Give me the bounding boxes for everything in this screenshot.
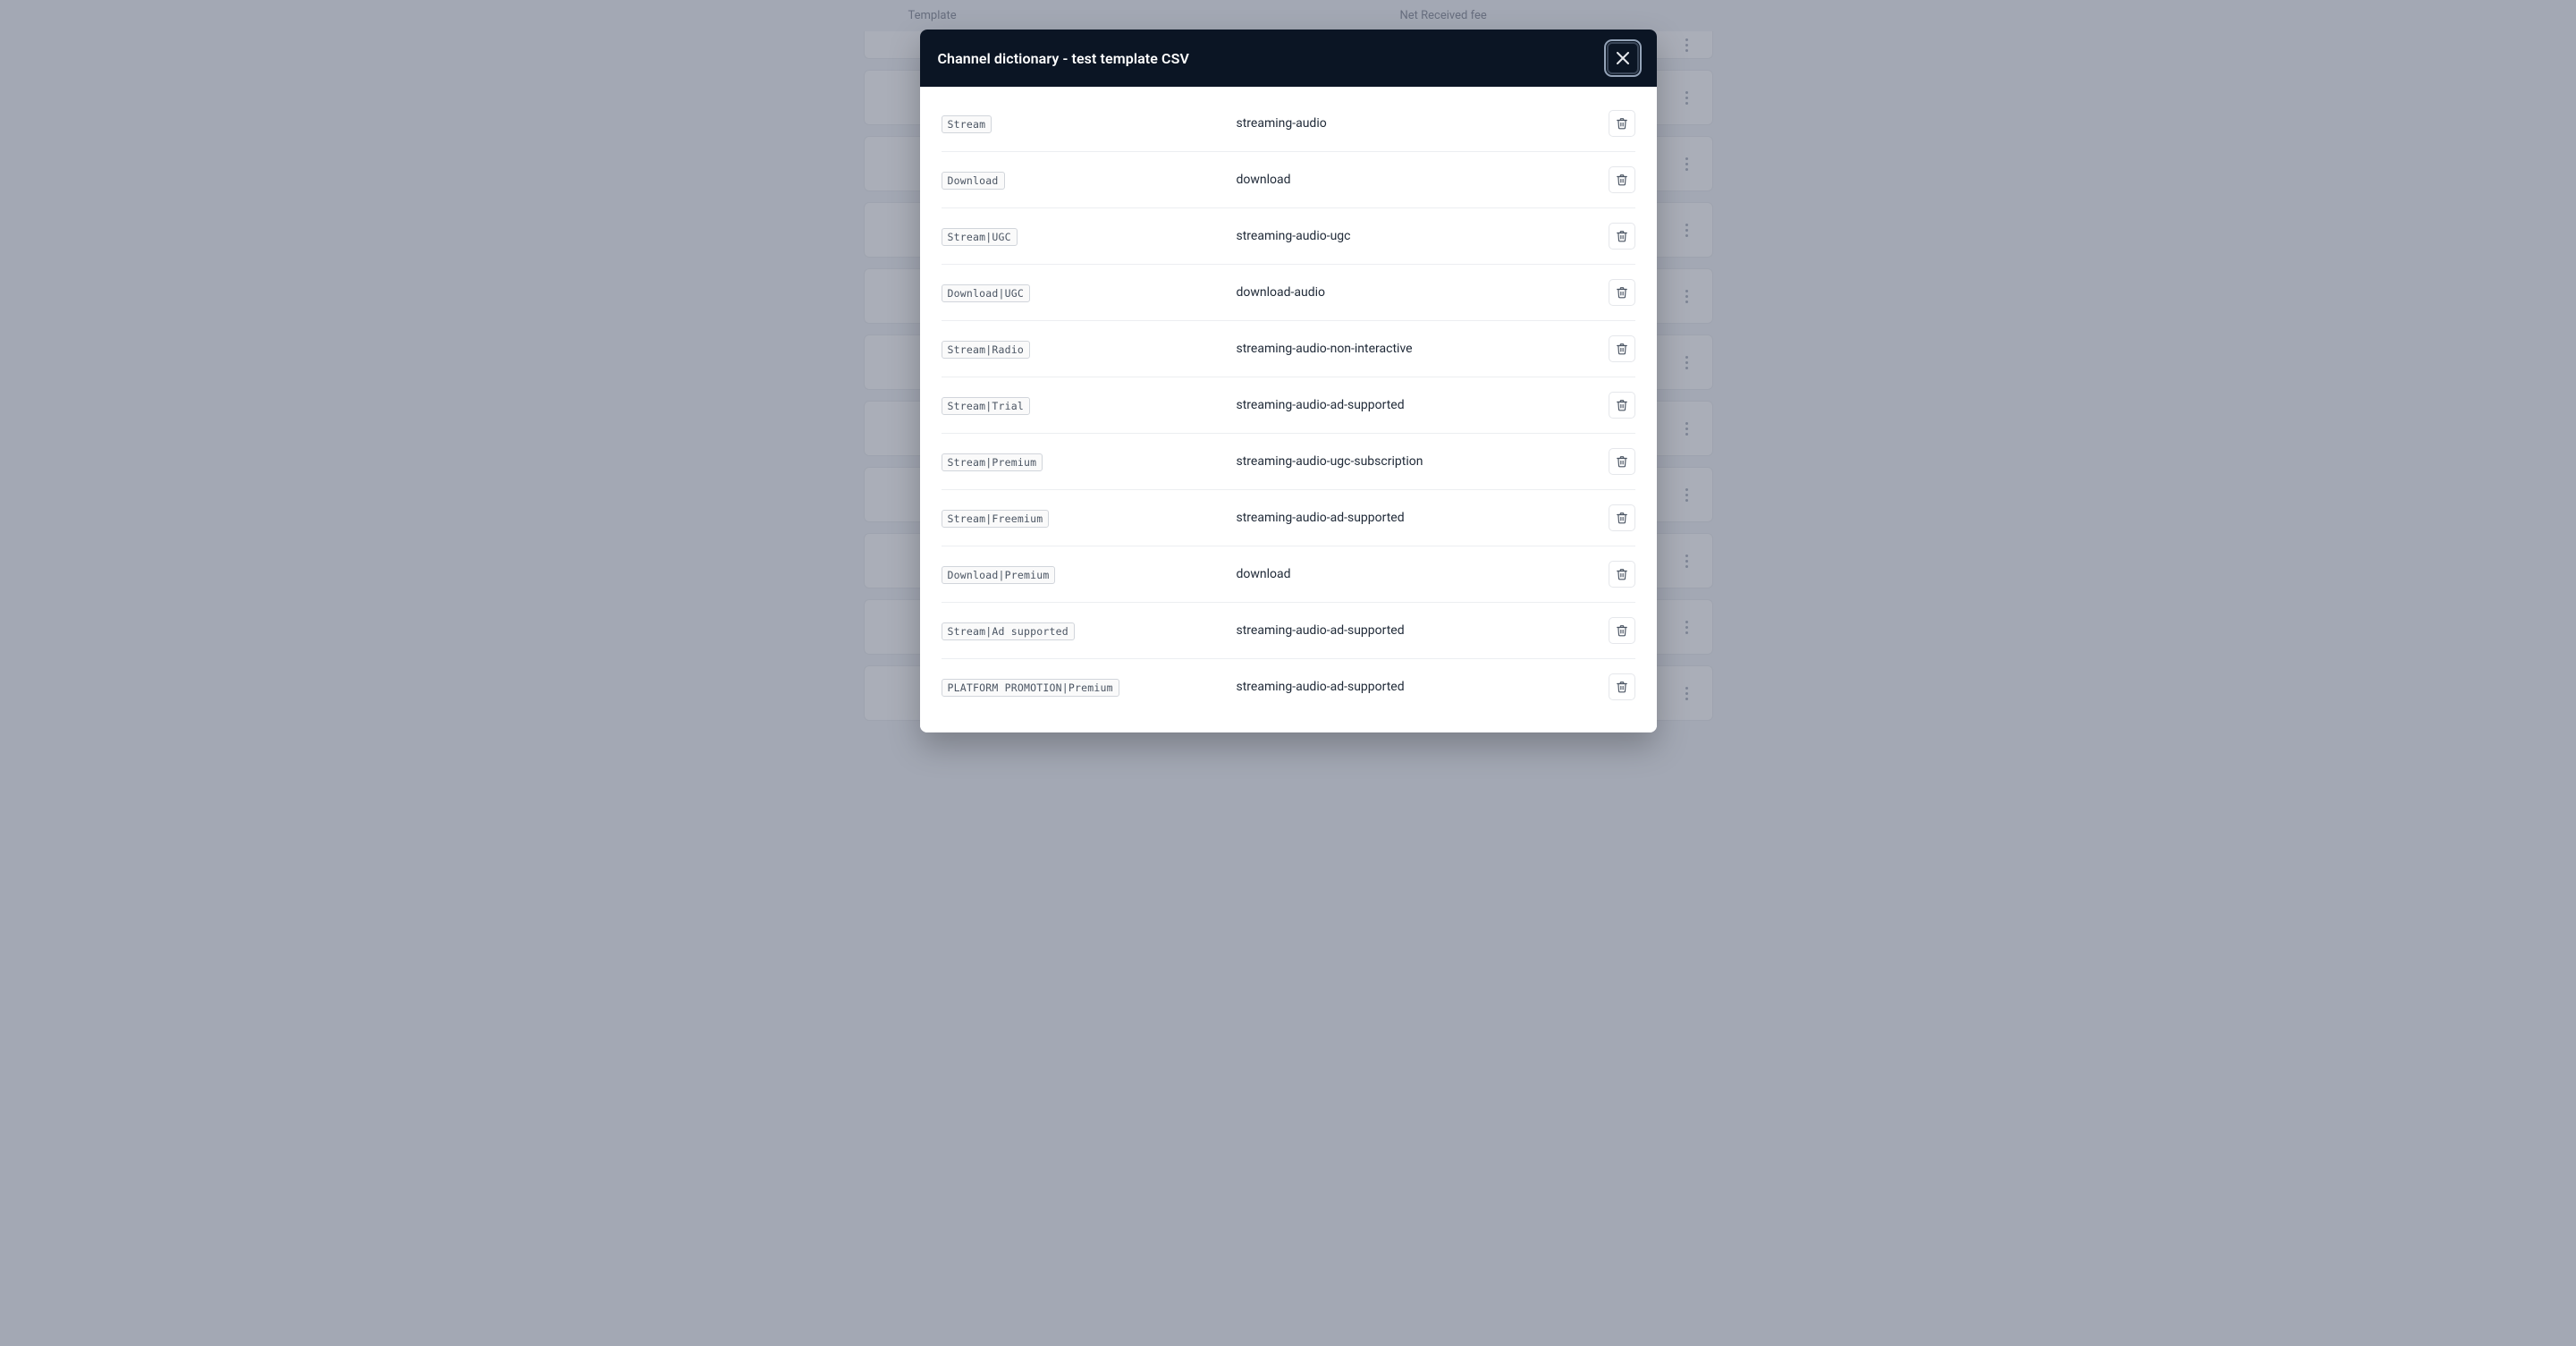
dictionary-row: Download|UGC download-audio (942, 265, 1635, 321)
mapped-value: streaming-audio-ugc-subscription (1237, 454, 1600, 469)
tag-column: Download (942, 171, 1237, 190)
action-column (1600, 561, 1635, 588)
tag-column: PLATFORM PROMOTION|Premium (942, 678, 1237, 697)
tag-column: Stream|Radio (942, 340, 1237, 359)
mapped-value: streaming-audio-ad-supported (1237, 511, 1600, 525)
trash-icon (1616, 343, 1628, 355)
action-column (1600, 335, 1635, 362)
trash-icon (1616, 455, 1628, 468)
channel-tag: Stream|Trial (942, 397, 1030, 415)
dictionary-row: PLATFORM PROMOTION|Premium streaming-audi… (942, 659, 1635, 715)
channel-tag: Stream|Freemium (942, 510, 1050, 528)
close-button[interactable] (1607, 42, 1639, 74)
dictionary-row: Stream|UGC streaming-audio-ugc (942, 208, 1635, 265)
dictionary-row: Download|Premium download (942, 546, 1635, 603)
delete-button[interactable] (1609, 673, 1635, 700)
trash-icon (1616, 117, 1628, 130)
channel-dictionary-modal: Channel dictionary - test template CSV S… (920, 30, 1657, 732)
tag-column: Stream|Premium (942, 453, 1237, 471)
delete-button[interactable] (1609, 166, 1635, 193)
delete-button[interactable] (1609, 448, 1635, 475)
modal-title: Channel dictionary - test template CSV (938, 50, 1189, 67)
mapped-value: streaming-audio (1237, 116, 1600, 131)
close-icon (1617, 52, 1629, 64)
action-column (1600, 392, 1635, 419)
channel-tag: Download|Premium (942, 566, 1056, 584)
dictionary-row: Stream|Ad supported streaming-audio-ad-su… (942, 603, 1635, 659)
tag-column: Stream|Trial (942, 396, 1237, 415)
mapped-value: download (1237, 173, 1600, 187)
delete-button[interactable] (1609, 392, 1635, 419)
tag-column: Download|Premium (942, 565, 1237, 584)
channel-tag: Download|UGC (942, 284, 1030, 302)
delete-button[interactable] (1609, 223, 1635, 250)
delete-button[interactable] (1609, 561, 1635, 588)
action-column (1600, 504, 1635, 531)
trash-icon (1616, 286, 1628, 299)
trash-icon (1616, 230, 1628, 242)
tag-column: Stream|Freemium (942, 509, 1237, 528)
tag-column: Stream|UGC (942, 227, 1237, 246)
modal-body: Stream streaming-audio Download download Str… (920, 87, 1657, 732)
trash-icon (1616, 624, 1628, 637)
channel-tag: Download (942, 172, 1005, 190)
channel-tag: PLATFORM PROMOTION|Premium (942, 679, 1119, 697)
mapped-value: streaming-audio-ugc (1237, 229, 1600, 243)
delete-button[interactable] (1609, 617, 1635, 644)
mapped-value: streaming-audio-ad-supported (1237, 398, 1600, 412)
channel-tag: Stream|Radio (942, 341, 1030, 359)
tag-column: Stream (942, 114, 1237, 133)
mapped-value: streaming-audio-ad-supported (1237, 680, 1600, 694)
tag-column: Download|UGC (942, 284, 1237, 302)
action-column (1600, 110, 1635, 137)
dictionary-row: Download download (942, 152, 1635, 208)
delete-button[interactable] (1609, 279, 1635, 306)
action-column (1600, 617, 1635, 644)
trash-icon (1616, 512, 1628, 524)
dictionary-row: Stream streaming-audio (942, 96, 1635, 152)
action-column (1600, 279, 1635, 306)
action-column (1600, 166, 1635, 193)
action-column (1600, 223, 1635, 250)
delete-button[interactable] (1609, 504, 1635, 531)
trash-icon (1616, 399, 1628, 411)
dictionary-row: Stream|Radio streaming-audio-non-interact… (942, 321, 1635, 377)
dictionary-row: Stream|Freemium streaming-audio-ad-suppor… (942, 490, 1635, 546)
delete-button[interactable] (1609, 110, 1635, 137)
dictionary-row: Stream|Trial streaming-audio-ad-supported (942, 377, 1635, 434)
channel-tag: Stream|Ad supported (942, 622, 1075, 640)
mapped-value: streaming-audio-ad-supported (1237, 623, 1600, 638)
action-column (1600, 448, 1635, 475)
action-column (1600, 673, 1635, 700)
trash-icon (1616, 174, 1628, 186)
trash-icon (1616, 568, 1628, 580)
tag-column: Stream|Ad supported (942, 622, 1237, 640)
mapped-value: download (1237, 567, 1600, 581)
delete-button[interactable] (1609, 335, 1635, 362)
channel-tag: Stream|Premium (942, 453, 1043, 471)
mapped-value: download-audio (1237, 285, 1600, 300)
trash-icon (1616, 681, 1628, 693)
dictionary-row: Stream|Premium streaming-audio-ugc-subscr… (942, 434, 1635, 490)
modal-header: Channel dictionary - test template CSV (920, 30, 1657, 87)
mapped-value: streaming-audio-non-interactive (1237, 342, 1600, 356)
channel-tag: Stream|UGC (942, 228, 1018, 246)
channel-tag: Stream (942, 115, 992, 133)
